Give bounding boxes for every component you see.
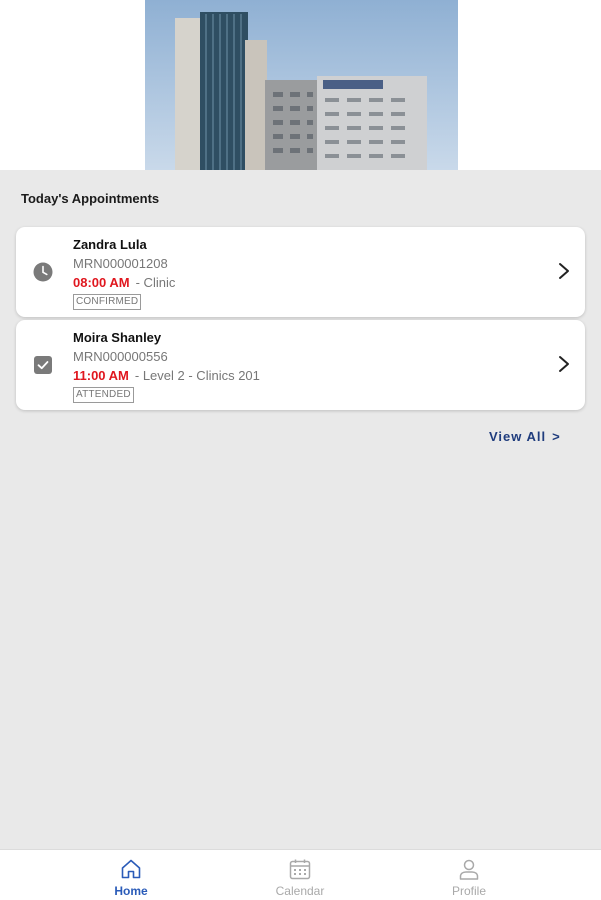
checkbox-checked-icon xyxy=(33,355,53,375)
chevron-right-icon[interactable] xyxy=(557,261,571,281)
patient-mrn: MRN000001208 xyxy=(73,256,168,271)
view-all-link[interactable]: View All > xyxy=(489,429,561,444)
patient-mrn: MRN000000556 xyxy=(73,349,168,364)
calendar-icon xyxy=(289,859,311,880)
home-icon xyxy=(121,859,141,879)
profile-icon xyxy=(459,859,479,880)
appointment-location: - Clinic xyxy=(135,275,176,290)
patient-name: Zandra Lula xyxy=(73,237,147,252)
appointment-card[interactable]: Zandra Lula MRN000001208 08:00 AM - Clini… xyxy=(16,227,585,317)
appointment-time: 08:00 AM xyxy=(73,275,130,290)
bottom-nav: Home Calendar Profile xyxy=(0,849,601,900)
appointment-card[interactable]: Moira Shanley MRN000000556 11:00 AM - Lev… xyxy=(16,320,585,410)
view-all-arrow: > xyxy=(552,429,561,444)
nav-label-profile: Profile xyxy=(451,884,486,898)
appointment-time-row: 08:00 AM - Clinic xyxy=(73,275,175,290)
nav-item-profile[interactable]: Profile xyxy=(369,850,569,900)
chevron-right-icon[interactable] xyxy=(557,354,571,374)
appointment-time: 11:00 AM xyxy=(73,368,129,383)
patient-name: Moira Shanley xyxy=(73,330,162,345)
appointment-time-row: 11:00 AM - Level 2 - Clinics 201 xyxy=(73,368,260,383)
status-badge: ATTENDED xyxy=(73,387,134,403)
section-title: Today's Appointments xyxy=(21,191,160,206)
appointment-location: - Level 2 - Clinics 201 xyxy=(134,368,260,383)
status-badge: CONFIRMED xyxy=(73,294,142,310)
clock-icon xyxy=(33,262,53,282)
hospital-building-image xyxy=(145,0,458,170)
view-all-label: View All xyxy=(489,429,547,444)
header-area xyxy=(0,0,601,170)
